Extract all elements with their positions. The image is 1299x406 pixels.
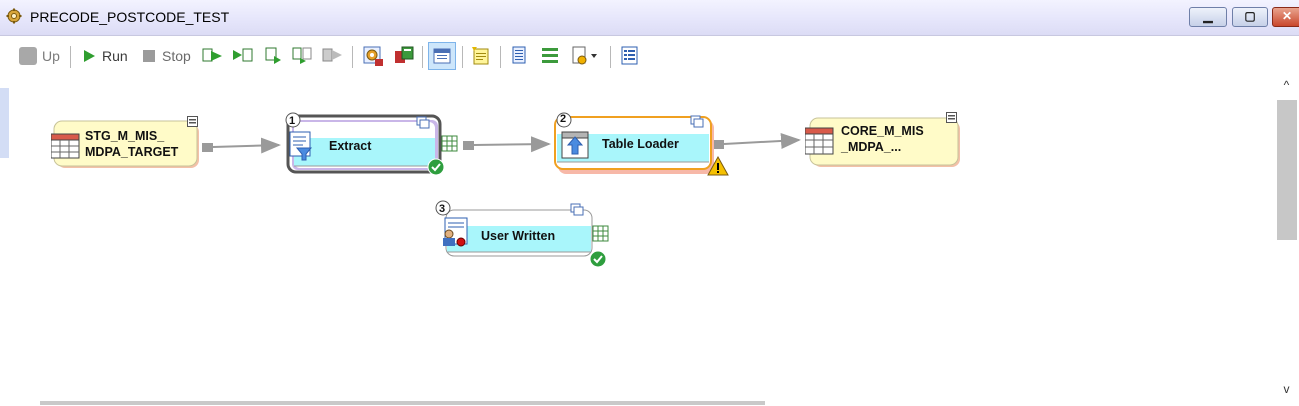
stop-button[interactable]: Stop (142, 44, 191, 68)
run-from-selected-icon (202, 48, 222, 62)
code-button[interactable] (510, 44, 530, 68)
step-number-badge: 3 (439, 203, 446, 215)
source-table-name-line2: MDPA_TARGET (85, 145, 179, 159)
note-icon (472, 47, 489, 65)
collapse-icon[interactable] (946, 112, 957, 123)
extract-label: Extract (329, 139, 372, 153)
code-icon (512, 46, 526, 64)
left-edge-strip (0, 88, 9, 158)
stop-label: Stop (162, 48, 191, 64)
minimize-icon: ▁ (1203, 9, 1213, 23)
stop-icon (143, 50, 155, 62)
success-check-icon (589, 250, 607, 268)
up-label: Up (42, 48, 60, 64)
toolbar-separator (462, 46, 463, 68)
job-gear-icon (6, 8, 22, 24)
table-loader-label: Table Loader (602, 137, 679, 151)
continue-button[interactable] (292, 44, 314, 68)
details-icon (621, 46, 638, 65)
toolbar-separator (610, 46, 611, 68)
process-flow-canvas[interactable]: STG_M_MIS_ MDPA_TARGET 1 Extract 2 Table… (9, 76, 1274, 406)
pause-button[interactable] (322, 44, 344, 68)
scroll-up-arrow[interactable]: ^ (1274, 78, 1299, 92)
target-table-node[interactable]: CORE_M_MIS _MDPA_... (805, 112, 965, 170)
step-number-badge: 1 (289, 115, 296, 127)
window-title: PRECODE_POSTCODE_TEST (30, 9, 230, 25)
details-button[interactable] (620, 44, 640, 68)
table-loader-transform-node[interactable]: 2 Table Loader (550, 108, 730, 178)
vertical-scrollbar[interactable]: ^ v (1274, 76, 1299, 406)
toolbar-separator (500, 46, 501, 68)
collapse-icon[interactable] (187, 116, 198, 127)
process-library-icon (395, 46, 414, 63)
user-written-label: User Written (481, 229, 556, 243)
close-button[interactable]: ✕ (1272, 7, 1299, 27)
status-dropdown-button[interactable] (570, 44, 598, 68)
pause-icon (322, 48, 342, 62)
toolbar-separator (422, 46, 423, 68)
extract-transform-node[interactable]: 1 Extract (283, 110, 473, 178)
scrollbar-thumb[interactable] (1277, 100, 1297, 240)
add-note-button[interactable] (470, 44, 492, 68)
run-label: Run (102, 48, 128, 64)
window-title-bar: PRECODE_POSTCODE_TEST ▁ ▢ ✕ (0, 0, 1299, 36)
add-to-process-button[interactable] (393, 44, 415, 68)
target-table-name-line1: CORE_M_MIS (841, 124, 924, 138)
user-written-transform-node[interactable]: 3 User Written (431, 198, 621, 268)
maximize-button[interactable]: ▢ (1232, 7, 1268, 27)
connector-source-to-extract[interactable] (202, 137, 281, 154)
run-to-selected-icon (233, 48, 253, 62)
up-icon (19, 47, 37, 65)
warning-icon (707, 156, 729, 176)
toolbar-separator (70, 46, 71, 68)
step-icon (265, 47, 281, 64)
diagram-view-button[interactable] (428, 42, 456, 70)
run-from-selected-button[interactable] (202, 44, 224, 68)
horizontal-scrollbar[interactable] (40, 401, 765, 405)
run-to-selected-button[interactable] (232, 44, 254, 68)
target-table-name-line2: _MDPA_... (841, 140, 902, 154)
close-icon: ✕ (1281, 9, 1293, 23)
source-table-node[interactable]: STG_M_MIS_ MDPA_TARGET (51, 116, 201, 170)
minimize-button[interactable]: ▁ (1189, 7, 1227, 27)
log-button[interactable] (540, 44, 560, 68)
chevron-down-icon (591, 54, 597, 58)
log-list-icon (542, 48, 558, 63)
step-number-badge: 2 (560, 113, 567, 125)
up-button[interactable]: Up (18, 44, 60, 68)
scroll-down-arrow[interactable]: v (1274, 382, 1299, 396)
run-icon (84, 50, 95, 62)
source-table-name-line1: STG_M_MIS_ (85, 129, 165, 143)
toolbar: Up Run Stop (0, 36, 1299, 76)
toolbar-separator (352, 46, 353, 68)
success-check-icon (427, 158, 445, 176)
status-document-icon (572, 46, 587, 65)
run-button[interactable]: Run (82, 44, 128, 68)
diagram-view-icon (433, 48, 451, 64)
continue-icon (292, 47, 312, 64)
connector-extract-to-table-loader[interactable] (463, 136, 551, 153)
properties-button[interactable] (362, 44, 384, 68)
step-button[interactable] (264, 44, 282, 68)
maximize-icon: ▢ (1244, 9, 1256, 23)
gear-icon (363, 46, 383, 66)
